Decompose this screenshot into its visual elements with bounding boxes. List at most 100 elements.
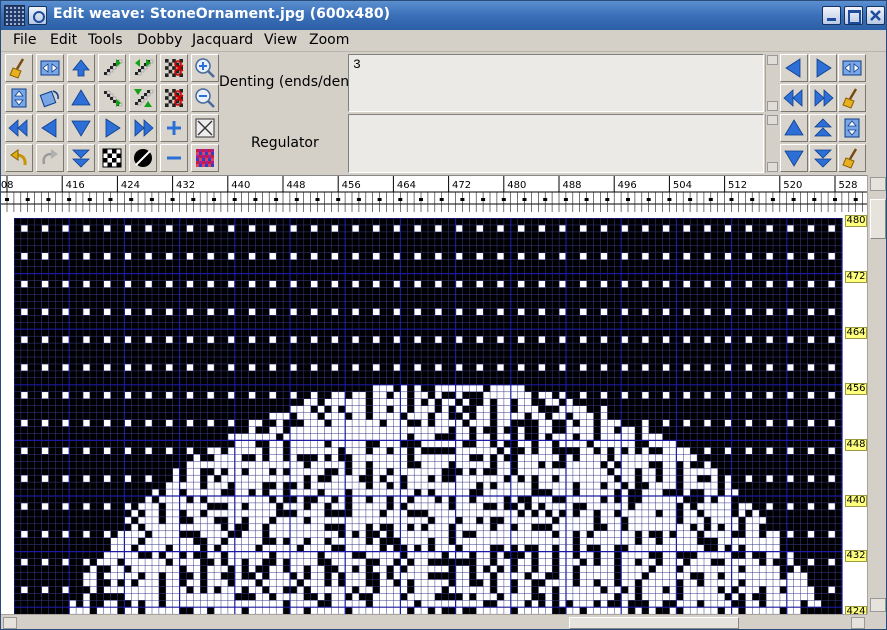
- horizontal-scrollbar[interactable]: [1, 614, 867, 629]
- diagonal-arrows-icon: [134, 89, 154, 107]
- nav-arrow-down-button[interactable]: [780, 144, 808, 172]
- swap-vertical-icon: [844, 118, 860, 138]
- weave-editor: 408 416 424 432 440 448 456 464 472 480 488 496 504 5…: [1, 175, 886, 629]
- nav-swap-vertical-button[interactable]: [838, 114, 866, 142]
- nav-arrow-double-up-button[interactable]: [809, 114, 837, 142]
- regulator-input[interactable]: [348, 114, 764, 173]
- title-bar[interactable]: Edit weave: StoneOrnament.jpg (600x480): [1, 1, 886, 30]
- ruler-tick-label: 472: [452, 180, 471, 191]
- ruler-tick-label: 424: [121, 180, 140, 191]
- scissors-icon: [165, 89, 184, 107]
- horizontal-scroll-thumb[interactable]: [569, 617, 739, 629]
- color-grid-icon: [196, 149, 214, 167]
- arrow-right-icon: [105, 118, 121, 138]
- tool-swap-vertical-button[interactable]: [5, 84, 33, 112]
- weave-grid[interactable]: 480 472 464 456 448 440 432 424: [1, 212, 867, 614]
- menu-file[interactable]: File: [13, 32, 36, 48]
- undo-icon: [10, 149, 27, 166]
- tool-minus-button[interactable]: [160, 144, 188, 172]
- tool-arrow-up-button[interactable]: [67, 84, 95, 112]
- tool-arrow-left-button[interactable]: [36, 114, 64, 142]
- tool-scissors-button[interactable]: [160, 84, 188, 112]
- nav-arrow-double-down-button[interactable]: [809, 144, 837, 172]
- arrow-up-icon: [784, 119, 804, 136]
- ruler-tick-label: 528: [838, 180, 857, 191]
- scroll-up-button[interactable]: [870, 177, 886, 191]
- ruler-tick-label: 416: [66, 180, 85, 191]
- arrow-double-down-icon: [814, 149, 832, 168]
- denting-label: Denting (ends/dent): [219, 74, 361, 90]
- tool-rotate-button[interactable]: [36, 84, 64, 112]
- row-number-label: 464: [845, 326, 867, 339]
- nav-swap-horizontal-button[interactable]: [838, 54, 866, 82]
- tool-arrow-up-large-button[interactable]: [67, 54, 95, 82]
- minimize-button[interactable]: [822, 6, 841, 25]
- tool-invert-button[interactable]: [129, 144, 157, 172]
- menu-tools[interactable]: Tools: [88, 32, 123, 48]
- tool-broom-button[interactable]: [5, 54, 33, 82]
- menu-zoom[interactable]: Zoom: [309, 32, 349, 48]
- menu-view[interactable]: View: [264, 32, 297, 48]
- regulator-scrollbar[interactable]: [765, 114, 778, 173]
- vertical-scrollbar[interactable]: [867, 175, 886, 614]
- menu-dobby[interactable]: Dobby: [137, 32, 182, 48]
- tool-redo-button[interactable]: [36, 144, 64, 172]
- tool-plus-button[interactable]: [160, 114, 188, 142]
- tool-arrow-down-button[interactable]: [67, 114, 95, 142]
- nav-arrow-left-button[interactable]: [780, 54, 808, 82]
- nav-arrow-right-button[interactable]: [809, 54, 837, 82]
- window-title: Edit weave: StoneOrnament.jpg (600x480): [53, 6, 391, 22]
- denting-input[interactable]: 3: [348, 54, 764, 112]
- tool-fit-button[interactable]: [191, 114, 219, 142]
- scroll-corner: [867, 614, 886, 629]
- scroll-down-button[interactable]: [870, 598, 886, 612]
- warp-ruler: 408 416 424 432 440 448 456 464 472 480 488 496 504 5…: [1, 175, 867, 212]
- ruler-tick-label: 488: [562, 180, 581, 191]
- tool-diagonal-down-button[interactable]: [98, 84, 126, 112]
- close-icon: [870, 10, 881, 21]
- vertical-scroll-thumb[interactable]: [870, 199, 886, 239]
- denting-scrollbar[interactable]: [765, 54, 778, 112]
- swap-horizontal-icon: [842, 60, 862, 76]
- tool-color-grid-button[interactable]: [191, 144, 219, 172]
- maximize-button[interactable]: [844, 6, 863, 25]
- scroll-right-button[interactable]: [851, 617, 865, 629]
- swap-horizontal-icon: [40, 60, 60, 76]
- scroll-left-button[interactable]: [3, 617, 17, 629]
- nav-arrow-double-left-button[interactable]: [780, 84, 808, 112]
- zoom-in-icon: [195, 58, 215, 78]
- tool-zoom-in-button[interactable]: [191, 54, 219, 82]
- menu-jacquard[interactable]: Jacquard: [192, 32, 253, 48]
- minus-icon: [167, 156, 181, 160]
- broom-icon: [9, 58, 25, 79]
- tool-zoom-out-button[interactable]: [191, 84, 219, 112]
- arrow-double-left-icon: [8, 119, 28, 137]
- tool-undo-button[interactable]: [5, 144, 33, 172]
- arrow-down-icon: [71, 120, 91, 137]
- nav-arrow-up-button[interactable]: [780, 114, 808, 142]
- weave-cells[interactable]: [14, 218, 843, 614]
- tool-scissors-grid-button[interactable]: [160, 54, 188, 82]
- tool-arrow-double-left-button[interactable]: [5, 114, 33, 142]
- nav-broom-button[interactable]: [838, 84, 866, 112]
- menu-edit[interactable]: Edit: [50, 32, 77, 48]
- nav-broom-button[interactable]: [838, 144, 866, 172]
- ruler-tick-label: 456: [342, 180, 361, 191]
- tool-arrow-double-right-button[interactable]: [129, 114, 157, 142]
- tool-diagonal-cross-button[interactable]: [129, 54, 157, 82]
- tool-arrow-right-button[interactable]: [98, 114, 126, 142]
- close-button[interactable]: [866, 6, 885, 25]
- tool-checker-button[interactable]: [98, 144, 126, 172]
- plus-icon: [167, 121, 181, 135]
- tool-swap-horizontal-button[interactable]: [36, 54, 64, 82]
- weave-editor-window: Edit weave: StoneOrnament.jpg (600x480) …: [0, 0, 887, 630]
- tool-diagonal-arrows-button[interactable]: [129, 84, 157, 112]
- nav-arrow-double-right-button[interactable]: [809, 84, 837, 112]
- checker-icon: [102, 148, 122, 168]
- tool-diagonal-up-button[interactable]: [98, 54, 126, 82]
- window-menu-button[interactable]: [28, 6, 47, 25]
- tool-arrow-double-down-button[interactable]: [67, 144, 95, 172]
- app-icon[interactable]: [4, 5, 25, 26]
- ruler-tick-label: 520: [783, 180, 802, 191]
- ruler-tick-label: 448: [286, 180, 305, 191]
